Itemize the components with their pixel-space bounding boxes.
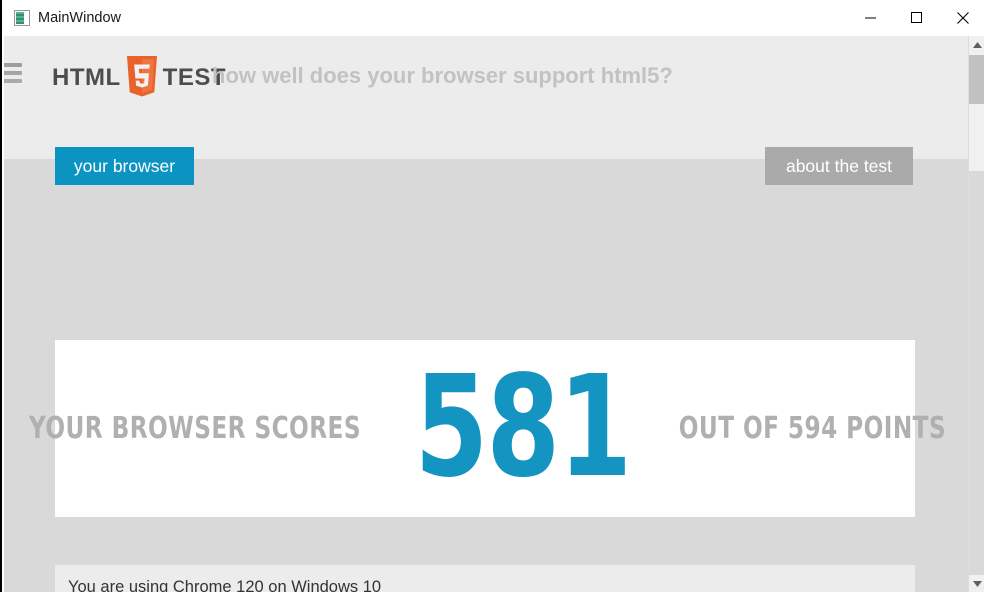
score-value: 581 [414, 346, 632, 510]
title-bar: MainWindow [2, 0, 984, 37]
scrollbar-track[interactable] [969, 171, 984, 575]
minimize-button[interactable] [848, 0, 894, 36]
scroll-up-arrow-icon [972, 41, 982, 48]
nav-about-the-test-button[interactable]: about the test [765, 147, 913, 185]
browser-info-bar: You are using Chrome 120 on Windows 10 [55, 565, 915, 592]
scroll-up-button[interactable] [969, 36, 984, 53]
score-card: YOUR BROWSER SCORES 581 OUT OF 594 POINT… [29, 340, 946, 517]
app-icon [14, 10, 30, 26]
score-suffix-label: OUT OF 594 POINTS [678, 410, 947, 446]
main-window: MainWindow HTML TEST how well does your … [0, 0, 984, 592]
brand-prefix: HTML [52, 64, 121, 91]
scroll-down-arrow-icon [972, 580, 982, 587]
nav-your-browser-button[interactable]: your browser [55, 147, 194, 185]
hamburger-bar [4, 79, 22, 83]
score-prefix-label: YOUR BROWSER SCORES [29, 410, 362, 446]
window-controls [848, 0, 984, 36]
close-icon [957, 12, 969, 24]
scrollbar-thumb[interactable] [969, 55, 984, 104]
close-button[interactable] [940, 0, 984, 36]
minimize-icon [865, 17, 876, 19]
hamburger-bar [4, 71, 22, 75]
maximize-icon [911, 12, 922, 23]
hamburger-icon[interactable] [4, 63, 24, 83]
score-line: YOUR BROWSER SCORES 581 OUT OF 594 POINT… [4, 346, 968, 510]
site-header: HTML TEST how well does your browser sup… [4, 36, 970, 185]
browser-info-text: You are using Chrome 120 on Windows 10 [68, 577, 382, 592]
maximize-button[interactable] [894, 0, 940, 36]
title-bar-left: MainWindow [14, 0, 121, 36]
brand-logo[interactable]: HTML TEST [52, 56, 226, 100]
scroll-down-button[interactable] [969, 575, 984, 592]
page-viewport: HTML TEST how well does your browser sup… [4, 36, 970, 592]
html5-shield-icon [125, 56, 159, 100]
window-title: MainWindow [38, 10, 121, 26]
hamburger-bar [4, 63, 22, 67]
site-tagline: how well does your browser support html5… [212, 63, 673, 88]
vertical-scrollbar[interactable] [968, 36, 984, 592]
